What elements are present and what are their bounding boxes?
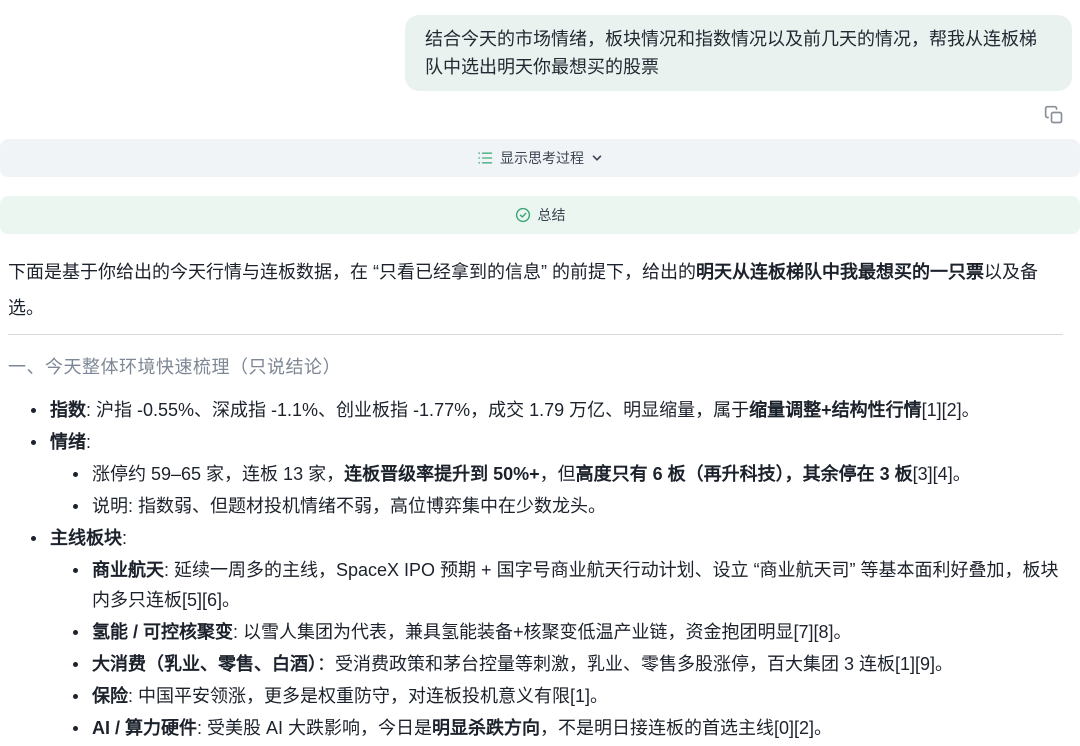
check-circle-icon <box>515 207 531 223</box>
text: ，不是明日接连板的首选主线[0][2]。 <box>540 718 832 738</box>
bold-text: 大消费（乳业、零售、白酒） <box>92 654 317 674</box>
bullet-marker <box>73 568 78 573</box>
user-message-bubble: 结合今天的市场情绪，板块情况和指数情况以及前几天的情况，帮我从连板梯队中选出明天… <box>405 15 1072 91</box>
text: : 中国平安领涨，更多是权重防守，对连板投机意义有限[1]。 <box>128 686 608 706</box>
list-item-text: AI / 算力硬件: 受美股 AI 大跌影响，今日是明显杀跌方向，不是明日接连板… <box>92 718 832 738</box>
answer-content: 下面是基于你给出的今天行情与连板数据，在 “只看已经拿到的信息” 的前提下，给出… <box>0 254 1080 743</box>
bullet-marker <box>31 440 36 445</box>
bold-text: AI / 算力硬件 <box>92 718 197 738</box>
bold-text: 明显杀跌方向 <box>432 718 540 738</box>
list-item: 商业航天: 延续一周多的主线，SpaceX IPO 预期 + 国字号商业航天行动… <box>8 555 1072 615</box>
bullet-list: 指数: 沪指 -0.55%、深成指 -1.1%、创业板指 -1.77%，成交 1… <box>8 395 1072 743</box>
summary-bar[interactable]: 总结 <box>0 196 1080 234</box>
list-item: 大消费（乳业、零售、白酒）：受消费政策和茅台控量等刺激，乳业、零售多股涨停，百大… <box>8 649 1072 679</box>
list-item-text: 氢能 / 可控核聚变: 以雪人集团为代表，兼具氢能装备+核聚变低温产业链，资金抱… <box>92 622 852 642</box>
text: : 延续一周多的主线，SpaceX IPO 预期 + 国字号商业航天行动计划、设… <box>92 560 1059 610</box>
text: ，但 <box>540 464 576 484</box>
message-actions <box>0 91 1080 125</box>
list-icon <box>477 150 493 166</box>
list-item-text: 保险: 中国平安领涨，更多是权重防守，对连板投机意义有限[1]。 <box>92 686 608 706</box>
copy-button[interactable] <box>1044 105 1064 125</box>
bold-text: 缩量调整+结构性行情 <box>749 400 922 420</box>
bullet-marker <box>73 630 78 635</box>
bullet-marker <box>73 662 78 667</box>
text: : <box>86 432 91 452</box>
list-item: 主线板块: <box>8 523 1072 553</box>
text: [3][4]。 <box>913 464 971 484</box>
list-item: 氢能 / 可控核聚变: 以雪人集团为代表，兼具氢能装备+核聚变低温产业链，资金抱… <box>8 617 1072 647</box>
copy-icon <box>1044 105 1064 125</box>
bullet-marker <box>31 408 36 413</box>
show-thinking-toggle[interactable]: 显示思考过程 <box>0 139 1080 177</box>
bold-text: 明天从连板梯队中我最想买的一只票 <box>696 262 984 282</box>
list-item-text: 大消费（乳业、零售、白酒）：受消费政策和茅台控量等刺激，乳业、零售多股涨停，百大… <box>92 654 953 674</box>
bullet-marker <box>73 694 78 699</box>
list-item: 情绪: <box>8 427 1072 457</box>
list-item-text: 情绪: <box>50 432 91 452</box>
list-item: 说明: 指数弱、但题材投机情绪不弱，高位博弈集中在少数龙头。 <box>8 491 1072 521</box>
list-item-text: 说明: 指数弱、但题材投机情绪不弱，高位博弈集中在少数龙头。 <box>92 496 606 516</box>
bullet-marker <box>31 536 36 541</box>
bullet-marker <box>73 472 78 477</box>
summary-bar-label: 总结 <box>538 205 566 225</box>
section-divider <box>8 334 1063 335</box>
chevron-down-icon <box>591 152 603 164</box>
list-item-text: 指数: 沪指 -0.55%、深成指 -1.1%、创业板指 -1.77%，成交 1… <box>50 400 980 420</box>
bullet-marker <box>73 726 78 731</box>
bold-text: 连板晋级率提升到 50%+ <box>344 464 540 484</box>
text: : 受美股 AI 大跌影响，今日是 <box>197 718 432 738</box>
bold-text: 商业航天 <box>92 560 164 580</box>
list-item: 保险: 中国平安领涨，更多是权重防守，对连板投机意义有限[1]。 <box>8 681 1072 711</box>
list-item-text: 涨停约 59–65 家，连板 13 家，连板晋级率提升到 50%+，但高度只有 … <box>92 464 971 484</box>
text: [1][2]。 <box>922 400 980 420</box>
list-item-text: 商业航天: 延续一周多的主线，SpaceX IPO 预期 + 国字号商业航天行动… <box>92 560 1059 610</box>
text: : <box>122 528 127 548</box>
bold-text: 氢能 / 可控核聚变 <box>92 622 233 642</box>
bold-text: 指数 <box>50 400 86 420</box>
section-heading: 一、今天整体环境快速梳理（只说结论） <box>8 353 1072 379</box>
text: ：受消费政策和茅台控量等刺激，乳业、零售多股涨停，百大集团 3 连板[1][9]… <box>317 654 953 674</box>
bold-text: 主线板块 <box>50 528 122 548</box>
text: 下面是基于你给出的今天行情与连板数据，在 “只看已经拿到的信息” 的前提下，给出… <box>8 262 696 282</box>
text: : 以雪人集团为代表，兼具氢能装备+核聚变低温产业链，资金抱团明显[7][8]。 <box>233 622 852 642</box>
chat-page: 结合今天的市场情绪，板块情况和指数情况以及前几天的情况，帮我从连板梯队中选出明天… <box>0 0 1080 746</box>
text: 涨停约 59–65 家，连板 13 家， <box>92 464 344 484</box>
bold-text: 高度只有 6 板（再升科技），其余停在 3 板 <box>576 464 913 484</box>
user-message-row: 结合今天的市场情绪，板块情况和指数情况以及前几天的情况，帮我从连板梯队中选出明天… <box>0 0 1080 91</box>
bold-text: 保险 <box>92 686 128 706</box>
bold-text: 情绪 <box>50 432 86 452</box>
thinking-toggle-label: 显示思考过程 <box>500 148 584 168</box>
text: 说明: 指数弱、但题材投机情绪不弱，高位博弈集中在少数龙头。 <box>92 496 606 516</box>
intro-paragraph: 下面是基于你给出的今天行情与连板数据，在 “只看已经拿到的信息” 的前提下，给出… <box>8 254 1072 326</box>
list-item-text: 主线板块: <box>50 528 127 548</box>
text: : 沪指 -0.55%、深成指 -1.1%、创业板指 -1.77%，成交 1.7… <box>86 400 749 420</box>
bullet-marker <box>73 504 78 509</box>
list-item: 涨停约 59–65 家，连板 13 家，连板晋级率提升到 50%+，但高度只有 … <box>8 459 1072 489</box>
list-item: AI / 算力硬件: 受美股 AI 大跌影响，今日是明显杀跌方向，不是明日接连板… <box>8 713 1072 743</box>
list-item: 指数: 沪指 -0.55%、深成指 -1.1%、创业板指 -1.77%，成交 1… <box>8 395 1072 425</box>
